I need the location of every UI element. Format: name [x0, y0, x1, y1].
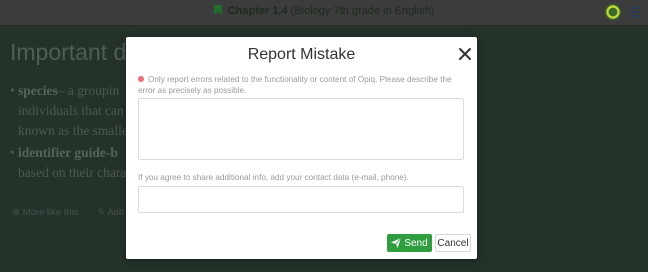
top-bar: Chapter 1.4 (Biology 7th grade in Englis… — [0, 0, 648, 26]
definition-species: • species– a groupin individuals that can… — [10, 81, 128, 141]
definition-text-line2: individuals that can — [18, 103, 124, 118]
term-identifier-guide: identifier guide-b — [18, 145, 118, 160]
table-of-contents-icon[interactable] — [626, 5, 640, 19]
report-mistake-dialog: Report Mistake Only report errors relate… — [126, 37, 477, 259]
definition-text: – a groupin — [57, 83, 120, 98]
paper-plane-icon — [391, 238, 402, 248]
more-like-this-link[interactable]: ⊕ More like this — [12, 207, 87, 218]
cancel-button[interactable]: Cancel — [435, 234, 471, 252]
cancel-label: Cancel — [437, 237, 469, 249]
contact-label: If you agree to share additional info, a… — [138, 173, 409, 182]
bookmark-icon — [213, 5, 222, 15]
send-button[interactable]: Send — [387, 234, 432, 252]
page-title: Important de — [10, 39, 140, 65]
bullet: • — [10, 83, 15, 98]
send-label: Send — [404, 237, 428, 249]
dialog-title: Report Mistake — [247, 46, 356, 63]
definition-identifier-guide: • identifier guide-b based on their chara — [10, 143, 126, 183]
contact-data-input[interactable] — [138, 186, 464, 213]
chapter-heading: Chapter 1.4 (Biology 7th grade in Englis… — [0, 5, 648, 17]
opiq-logo-icon[interactable] — [604, 3, 622, 21]
chapter-subtitle: (Biology 7th grade in English) — [290, 5, 435, 17]
definition-text-line3: known as the smalle — [18, 123, 128, 138]
definition-text-line2: based on their chara — [18, 165, 127, 180]
chapter-number: Chapter 1.4 — [227, 5, 288, 17]
info-message: Only report errors related to the functi… — [138, 74, 468, 96]
close-icon[interactable] — [458, 47, 472, 61]
bullet: • — [10, 145, 15, 160]
info-dot-icon — [138, 76, 144, 82]
info-text: Only report errors related to the functi… — [138, 75, 452, 95]
term-species: species — [18, 83, 58, 98]
mistake-description-input[interactable] — [138, 98, 464, 160]
